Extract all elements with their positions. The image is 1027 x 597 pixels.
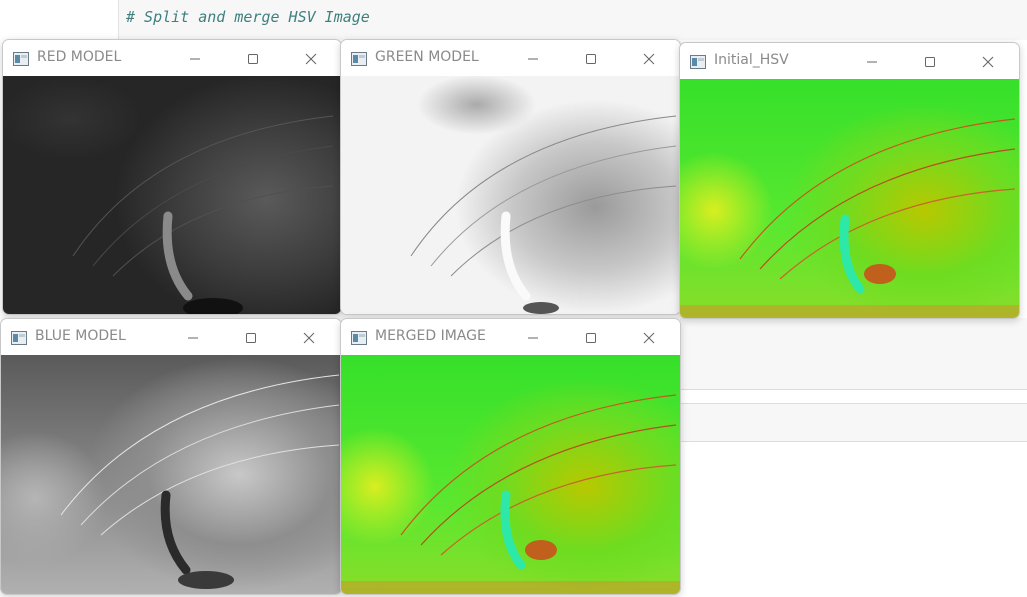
opencv-window-icon xyxy=(690,54,706,69)
maximize-icon xyxy=(586,333,596,343)
maximize-icon xyxy=(925,57,935,67)
close-button[interactable] xyxy=(629,325,669,351)
blue-model-window[interactable]: BLUE MODEL xyxy=(0,318,342,595)
opencv-window-icon xyxy=(351,51,367,66)
window-title: BLUE MODEL xyxy=(35,328,126,344)
window-title: MERGED IMAGE xyxy=(375,328,486,344)
minimize-button[interactable] xyxy=(173,325,213,351)
maximize-button[interactable] xyxy=(910,49,950,75)
cell-divider xyxy=(680,389,1027,390)
red-model-window[interactable]: RED MODEL xyxy=(2,39,342,315)
close-button[interactable] xyxy=(629,46,669,72)
initial-hsv-image xyxy=(680,79,1019,318)
window-titlebar[interactable]: RED MODEL xyxy=(3,40,341,76)
blue-channel-image xyxy=(1,355,341,594)
green-model-window[interactable]: GREEN MODEL xyxy=(340,39,681,315)
close-icon xyxy=(643,332,655,344)
output-cell-background xyxy=(680,318,1027,390)
minimize-button[interactable] xyxy=(513,46,553,72)
code-comment-line[interactable]: # Split and merge HSV Image xyxy=(126,8,370,26)
empty-cell[interactable] xyxy=(680,404,1027,442)
minimize-icon xyxy=(867,61,877,63)
opencv-window-icon xyxy=(11,330,27,345)
window-titlebar[interactable]: BLUE MODEL xyxy=(1,319,341,355)
minimize-button[interactable] xyxy=(513,325,553,351)
initial-hsv-window[interactable]: Initial_HSV xyxy=(679,42,1020,319)
maximize-button[interactable] xyxy=(571,46,611,72)
window-titlebar[interactable]: MERGED IMAGE xyxy=(341,319,680,355)
opencv-window-icon xyxy=(13,51,29,66)
merged-image xyxy=(341,355,680,594)
window-title: RED MODEL xyxy=(37,49,122,65)
minimize-button[interactable] xyxy=(852,49,892,75)
maximize-icon xyxy=(586,54,596,64)
window-title: GREEN MODEL xyxy=(375,49,479,65)
close-icon xyxy=(643,53,655,65)
maximize-button[interactable] xyxy=(233,46,273,72)
minimize-icon xyxy=(528,337,538,339)
close-icon xyxy=(982,56,994,68)
close-icon xyxy=(303,332,315,344)
minimize-icon xyxy=(528,58,538,60)
window-titlebar[interactable]: Initial_HSV xyxy=(680,43,1019,79)
red-channel-image xyxy=(3,76,341,314)
merged-image-window[interactable]: MERGED IMAGE xyxy=(340,318,681,595)
minimize-icon xyxy=(188,337,198,339)
green-channel-image xyxy=(341,76,680,314)
close-icon xyxy=(305,53,317,65)
window-titlebar[interactable]: GREEN MODEL xyxy=(341,40,680,76)
close-button[interactable] xyxy=(968,49,1008,75)
maximize-button[interactable] xyxy=(231,325,271,351)
maximize-button[interactable] xyxy=(571,325,611,351)
minimize-button[interactable] xyxy=(175,46,215,72)
close-button[interactable] xyxy=(289,325,329,351)
maximize-icon xyxy=(248,54,258,64)
opencv-window-icon xyxy=(351,330,367,345)
maximize-icon xyxy=(246,333,256,343)
close-button[interactable] xyxy=(291,46,331,72)
cell-divider xyxy=(680,441,1027,442)
window-title: Initial_HSV xyxy=(714,52,789,68)
minimize-icon xyxy=(190,58,200,60)
